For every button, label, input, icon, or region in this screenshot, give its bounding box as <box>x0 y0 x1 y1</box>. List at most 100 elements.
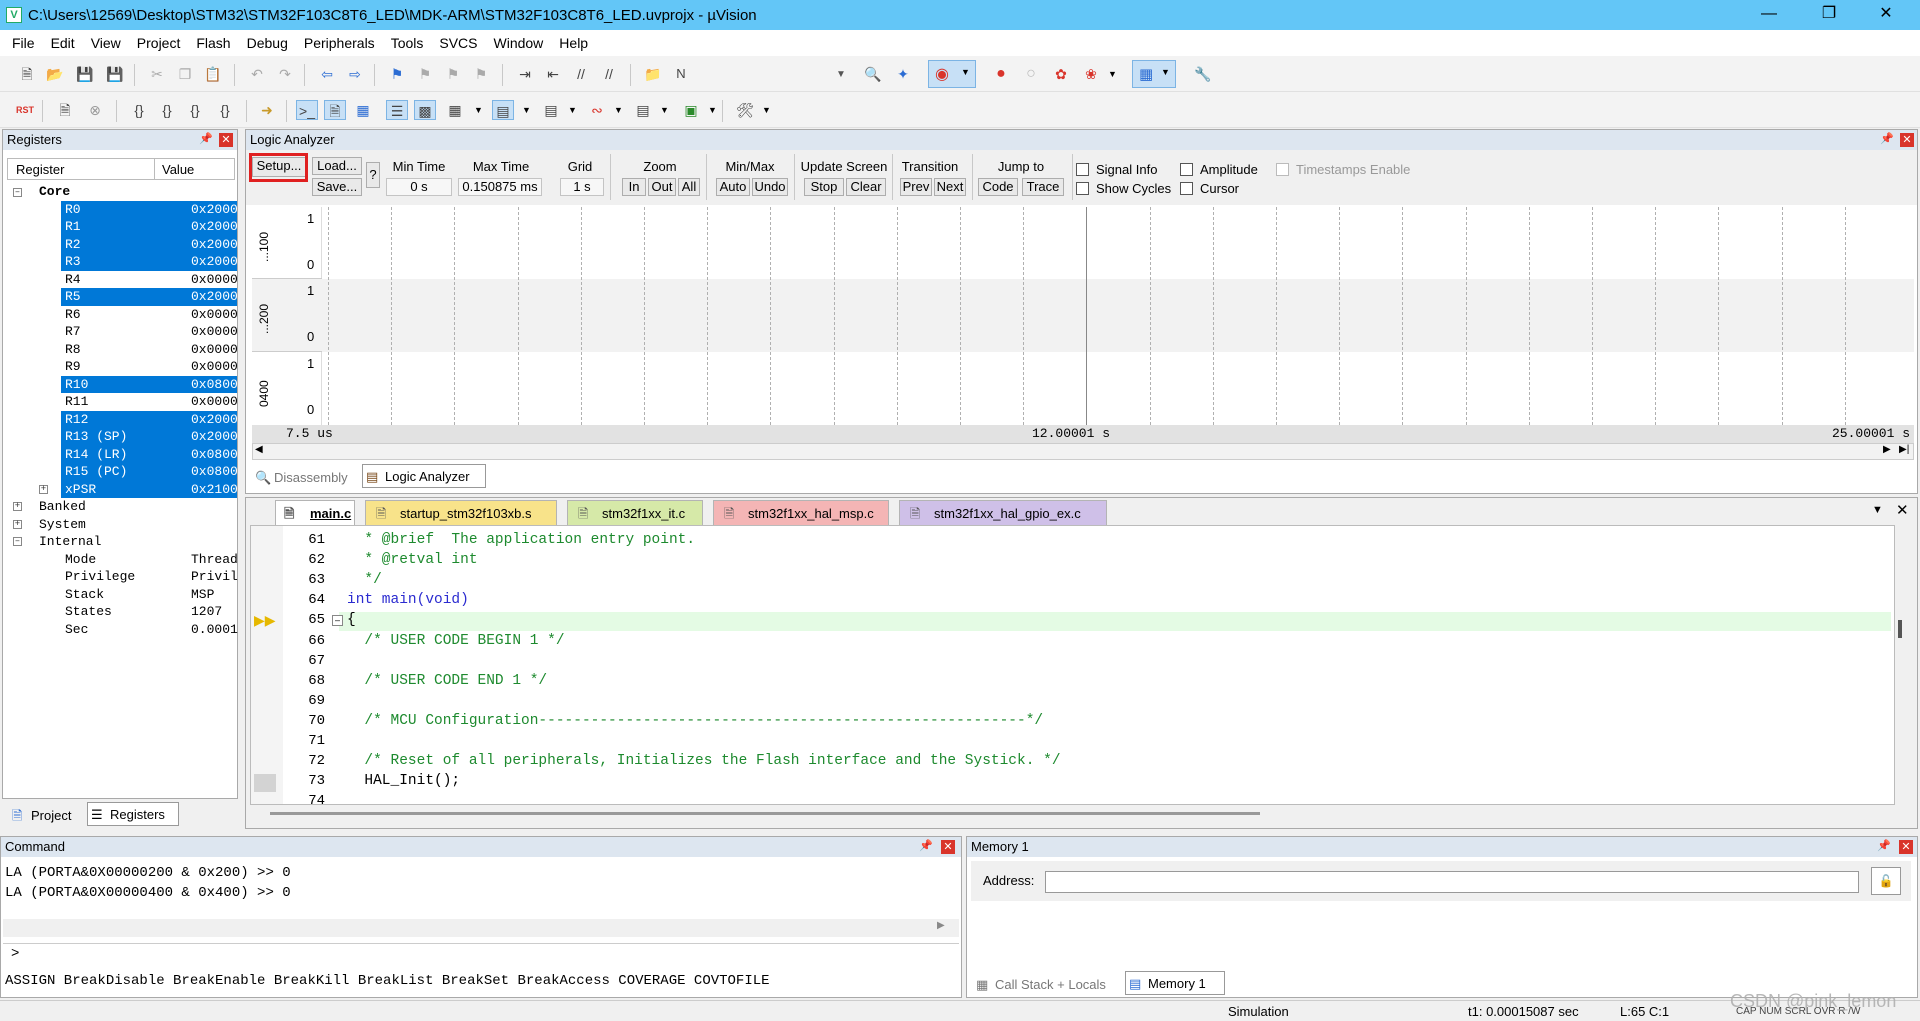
register-row[interactable]: R4 0x0000 <box>61 271 238 289</box>
step-out-icon[interactable]: {} <box>184 100 206 120</box>
paste-icon[interactable]: 📋 <box>202 64 224 84</box>
internal-row[interactable]: Stack MSP <box>61 586 237 604</box>
prev-bookmark-icon[interactable]: ⚑ <box>414 64 436 84</box>
pin-icon[interactable]: 📌 <box>1877 839 1891 853</box>
command-input[interactable]: > <box>3 943 959 965</box>
internal-row[interactable]: States 1207 <box>61 603 237 621</box>
cursor-checkbox[interactable] <box>1180 182 1193 195</box>
register-value[interactable]: 0x2000 <box>191 288 238 306</box>
code-line[interactable]: /* USER CODE BEGIN 1 */ <box>347 633 564 649</box>
maximize-button[interactable]: ❐ <box>1800 0 1858 30</box>
signal-area[interactable]: ...100 1 0 ...200 1 0 0400 1 0 <box>252 207 1914 425</box>
command-hscrollbar[interactable]: ▶ <box>3 919 959 937</box>
trace-button[interactable]: Trace <box>1022 178 1064 196</box>
redo-icon[interactable]: ↷ <box>274 64 296 84</box>
save-all-icon[interactable]: 💾 <box>104 64 126 84</box>
project-tab[interactable]: 🗎 Project <box>9 804 81 828</box>
amplitude-checkbox[interactable] <box>1180 163 1193 176</box>
zoom-all-button[interactable]: All <box>678 178 700 196</box>
new-file-icon[interactable]: 🗎 <box>16 64 38 84</box>
address-input[interactable] <box>1045 871 1859 893</box>
tab-it-c[interactable]: 🗎 stm32f1xx_it.c <box>567 500 703 525</box>
code-line[interactable]: HAL_Init(); <box>347 773 460 789</box>
pin-icon[interactable]: 📌 <box>1880 132 1894 146</box>
menu-window[interactable]: Window <box>486 35 552 51</box>
register-value[interactable]: 0x2000 <box>191 218 238 236</box>
tab-hal-gpio-ex-c[interactable]: 🗎 stm32f1xx_hal_gpio_ex.c <box>899 500 1107 525</box>
register-value[interactable]: 0x0000 <box>191 341 238 359</box>
disassembly-window-icon[interactable]: 🗎 <box>324 100 346 120</box>
symbols-window-icon[interactable]: ▦ <box>352 100 374 120</box>
register-row[interactable]: R2 0x2000 <box>61 235 238 253</box>
close-button[interactable]: ✕ <box>1857 0 1915 30</box>
register-row[interactable]: R15 (PC) 0x0800 <box>61 463 238 481</box>
chevron-down-icon[interactable]: ▼ <box>522 105 531 115</box>
zoom-in-button[interactable]: In <box>622 178 646 196</box>
nav-back-icon[interactable]: ⇦ <box>316 64 338 84</box>
cut-icon[interactable]: ✂ <box>146 64 168 84</box>
undo-button[interactable]: Undo <box>752 178 788 196</box>
scroll-right-icon[interactable]: ▶ <box>1883 444 1891 455</box>
registers-tab[interactable]: ☰ Registers <box>87 802 179 826</box>
close-icon[interactable]: ✕ <box>941 840 955 854</box>
watch-window-icon[interactable]: ▦ <box>444 100 466 120</box>
clear-bookmarks-icon[interactable]: ⚑ <box>470 64 492 84</box>
code-line[interactable]: * @retval int <box>347 552 477 568</box>
register-group[interactable]: Internal <box>39 533 101 551</box>
window-layout-button[interactable]: ▦ ▼ <box>1132 60 1176 88</box>
signal-row-2[interactable]: ...200 1 0 <box>252 279 322 352</box>
find-text[interactable]: N <box>670 64 692 84</box>
register-row[interactable]: R8 0x0000 <box>61 341 238 359</box>
code-button[interactable]: Code <box>978 178 1018 196</box>
save-button[interactable]: Save... <box>312 178 362 196</box>
close-editor-icon[interactable]: ✕ <box>1896 501 1909 519</box>
internal-row[interactable]: Mode Thread <box>61 551 238 569</box>
copy-icon[interactable]: ❐ <box>174 64 196 84</box>
code-line[interactable]: * @brief The application entry point. <box>347 532 695 548</box>
configure-icon[interactable]: 🔧 <box>1192 64 1214 84</box>
menu-flash[interactable]: Flash <box>188 35 238 51</box>
register-row[interactable]: R5 0x2000 <box>61 288 238 306</box>
register-value[interactable]: 0x2000 <box>191 253 238 271</box>
auto-button[interactable]: Auto <box>716 178 750 196</box>
chevron-down-icon[interactable]: ▼ <box>1108 69 1117 79</box>
signal-row-3[interactable]: 0400 1 0 <box>252 352 322 425</box>
horizontal-scrollbar[interactable]: ◀ ▶ ▶| <box>252 443 1914 460</box>
chevron-down-icon[interactable]: ▼ <box>474 105 483 115</box>
scroll-end-icon[interactable]: ▶| <box>1899 444 1909 455</box>
command-window-icon[interactable]: >_ <box>296 100 318 120</box>
register-value[interactable]: 0x0000 <box>191 393 238 411</box>
next-button[interactable]: Next <box>934 178 966 196</box>
code-line[interactable]: */ <box>347 572 381 588</box>
register-row[interactable]: xPSR 0x2100 <box>61 480 238 499</box>
pin-icon[interactable]: 📌 <box>199 132 213 146</box>
register-value[interactable]: 0x2100 <box>191 481 238 499</box>
register-row[interactable]: R14 (LR) 0x0800 <box>61 445 238 463</box>
register-value[interactable]: 0x2000 <box>191 411 238 429</box>
tab-startup[interactable]: 🗎 startup_stm32f103xb.s <box>365 500 557 525</box>
disable-all-breakpoints-icon[interactable]: ✿ <box>1050 64 1072 84</box>
load-button[interactable]: Load... <box>312 157 362 175</box>
editor-hscrollbar[interactable] <box>270 812 1260 815</box>
help-button[interactable]: ? <box>366 162 380 188</box>
call-stack-window-icon[interactable]: ▩ <box>414 100 436 120</box>
next-bookmark-icon[interactable]: ⚑ <box>442 64 464 84</box>
chevron-down-icon[interactable]: ▼ <box>660 105 669 115</box>
tab-main-c[interactable]: 🗎 main.c <box>275 500 355 525</box>
register-row[interactable]: R3 0x2000 <box>61 253 238 271</box>
logic-analyzer-tab[interactable]: ▤ Logic Analyzer <box>362 464 486 488</box>
register-row[interactable]: R7 0x0000 <box>61 323 238 341</box>
register-value[interactable]: 0x0000 <box>191 358 238 376</box>
menu-project[interactable]: Project <box>129 35 189 51</box>
disassembly-tab[interactable]: 🔍 Disassembly <box>252 466 356 490</box>
code-line[interactable]: /* Reset of all peripherals, Initializes… <box>347 753 1060 769</box>
analysis-window-icon[interactable]: ∾ <box>586 100 608 120</box>
signal-row-1[interactable]: ...100 1 0 <box>252 207 322 279</box>
register-value[interactable]: 0x0000 <box>191 306 238 324</box>
chevron-down-icon[interactable]: ▼ <box>708 105 717 115</box>
close-icon[interactable]: ✕ <box>219 133 233 147</box>
show-cycles-checkbox[interactable] <box>1076 182 1089 195</box>
chevron-down-icon[interactable]: ▼ <box>614 105 623 115</box>
registers-window-icon[interactable]: ☰ <box>386 100 408 120</box>
zoom-out-button[interactable]: Out <box>648 178 676 196</box>
